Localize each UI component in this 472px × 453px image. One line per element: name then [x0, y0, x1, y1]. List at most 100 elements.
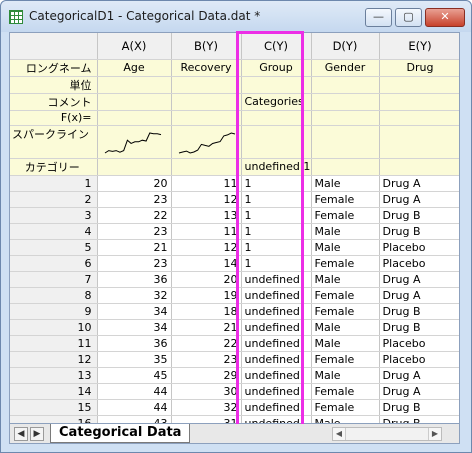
cell-age[interactable]: 21 — [97, 239, 172, 256]
row-number[interactable]: 11 — [10, 335, 98, 352]
cell-recovery[interactable]: 22 — [171, 335, 242, 352]
cell-age[interactable]: 23 — [97, 223, 172, 240]
maximize-button[interactable]: ▢ — [395, 8, 422, 27]
cell-gender[interactable]: Female — [311, 207, 380, 224]
cell-group[interactable]: 1 — [241, 191, 312, 208]
cell-age[interactable]: 35 — [97, 351, 172, 368]
row-number[interactable]: 8 — [10, 287, 98, 304]
cell-group[interactable]: undefined — [241, 271, 312, 288]
cell-drug[interactable]: Drug B — [379, 319, 459, 336]
cell-age[interactable]: 20 — [97, 175, 172, 192]
cell-group[interactable]: undefined — [241, 319, 312, 336]
units-cell-e[interactable] — [379, 76, 459, 94]
cell-recovery[interactable]: 12 — [171, 191, 242, 208]
cell-drug[interactable]: Placebo — [379, 239, 459, 256]
tab-scroll-right-button[interactable]: ▶ — [30, 427, 44, 441]
cell-recovery[interactable]: 19 — [171, 287, 242, 304]
tab-scroll-left-button[interactable]: ◀ — [14, 427, 28, 441]
row-number[interactable]: 4 — [10, 223, 98, 240]
cell-age[interactable]: 36 — [97, 335, 172, 352]
cell-drug[interactable]: Drug A — [379, 271, 459, 288]
horizontal-scrollbar[interactable]: ◀ ▶ — [332, 427, 442, 441]
categories-cell-e[interactable] — [379, 158, 459, 176]
cell-recovery[interactable]: 31 — [171, 415, 242, 423]
size-grip[interactable] — [447, 427, 459, 441]
cell-drug[interactable]: Placebo — [379, 255, 459, 272]
cell-gender[interactable]: Male — [311, 175, 380, 192]
row-number[interactable]: 7 — [10, 271, 98, 288]
cell-recovery[interactable]: 13 — [171, 207, 242, 224]
categories-cell-d[interactable] — [311, 158, 380, 176]
row-label-comments[interactable]: コメント — [10, 93, 98, 111]
column-header-a[interactable]: A(X) — [97, 33, 172, 60]
comments-cell-d[interactable] — [311, 93, 380, 111]
cell-drug[interactable]: Drug A — [379, 287, 459, 304]
cell-recovery[interactable]: 11 — [171, 223, 242, 240]
cell-age[interactable]: 45 — [97, 367, 172, 384]
cell-gender[interactable]: Female — [311, 383, 380, 400]
cell-drug[interactable]: Drug B — [379, 415, 459, 423]
row-label-formula[interactable]: F(x)= — [10, 110, 98, 126]
row-number[interactable]: 6 — [10, 255, 98, 272]
comments-cell-e[interactable] — [379, 93, 459, 111]
cell-age[interactable]: 23 — [97, 191, 172, 208]
units-cell-b[interactable] — [171, 76, 242, 94]
sparkline-cell-d[interactable] — [311, 125, 380, 159]
column-header-b[interactable]: B(Y) — [171, 33, 242, 60]
comments-cell-c[interactable]: Categories — [241, 93, 312, 111]
cell-group[interactable]: undefined — [241, 287, 312, 304]
row-number[interactable]: 12 — [10, 351, 98, 368]
formula-cell-d[interactable] — [311, 110, 380, 126]
formula-cell-b[interactable] — [171, 110, 242, 126]
cell-age[interactable]: 36 — [97, 271, 172, 288]
close-button[interactable]: ✕ — [425, 8, 465, 27]
row-number[interactable]: 2 — [10, 191, 98, 208]
cell-gender[interactable]: Male — [311, 319, 380, 336]
categories-cell-c[interactable]: undefined 1 — [241, 158, 312, 176]
column-header-d[interactable]: D(Y) — [311, 33, 380, 60]
cell-group[interactable]: undefined — [241, 415, 312, 423]
row-number[interactable]: 14 — [10, 383, 98, 400]
cell-drug[interactable]: Drug A — [379, 191, 459, 208]
cell-gender[interactable]: Female — [311, 287, 380, 304]
sheet-tab-categorical-data[interactable]: Categorical Data — [50, 424, 191, 443]
row-number[interactable]: 16 — [10, 415, 98, 423]
row-number[interactable]: 3 — [10, 207, 98, 224]
cell-group[interactable]: 1 — [241, 239, 312, 256]
cell-recovery[interactable]: 21 — [171, 319, 242, 336]
cell-drug[interactable]: Drug A — [379, 175, 459, 192]
minimize-button[interactable]: — — [365, 8, 392, 27]
cell-gender[interactable]: Female — [311, 351, 380, 368]
cell-drug[interactable]: Placebo — [379, 335, 459, 352]
column-header-c[interactable]: C(Y) — [241, 33, 312, 60]
cell-gender[interactable]: Male — [311, 271, 380, 288]
cell-recovery[interactable]: 14 — [171, 255, 242, 272]
cell-group[interactable]: undefined — [241, 303, 312, 320]
cell-group[interactable]: undefined — [241, 383, 312, 400]
cell-age[interactable]: 32 — [97, 287, 172, 304]
cell-group[interactable]: undefined — [241, 367, 312, 384]
worksheet-grid[interactable]: A(X) B(Y) C(Y) D(Y) E(Y) ロングネーム Age Reco… — [9, 32, 460, 424]
units-cell-d[interactable] — [311, 76, 380, 94]
cell-age[interactable]: 22 — [97, 207, 172, 224]
cell-recovery[interactable]: 11 — [171, 175, 242, 192]
cell-age[interactable]: 34 — [97, 319, 172, 336]
cell-gender[interactable]: Male — [311, 223, 380, 240]
formula-cell-a[interactable] — [97, 110, 172, 126]
cell-gender[interactable]: Female — [311, 255, 380, 272]
long-name-cell-b[interactable]: Recovery — [171, 59, 242, 77]
sparkline-cell-b[interactable] — [171, 125, 242, 159]
scroll-right-arrow-icon[interactable]: ▶ — [428, 428, 441, 440]
cell-group[interactable]: 1 — [241, 175, 312, 192]
cell-group[interactable]: undefined — [241, 399, 312, 416]
cell-age[interactable]: 44 — [97, 399, 172, 416]
cell-drug[interactable]: Drug B — [379, 223, 459, 240]
column-header-e[interactable]: E(Y) — [379, 33, 459, 60]
formula-cell-c[interactable] — [241, 110, 312, 126]
long-name-cell-d[interactable]: Gender — [311, 59, 380, 77]
cell-gender[interactable]: Female — [311, 191, 380, 208]
formula-cell-e[interactable] — [379, 110, 459, 126]
cell-gender[interactable]: Male — [311, 335, 380, 352]
cell-age[interactable]: 34 — [97, 303, 172, 320]
row-label-categories[interactable]: カテゴリー — [10, 158, 98, 176]
